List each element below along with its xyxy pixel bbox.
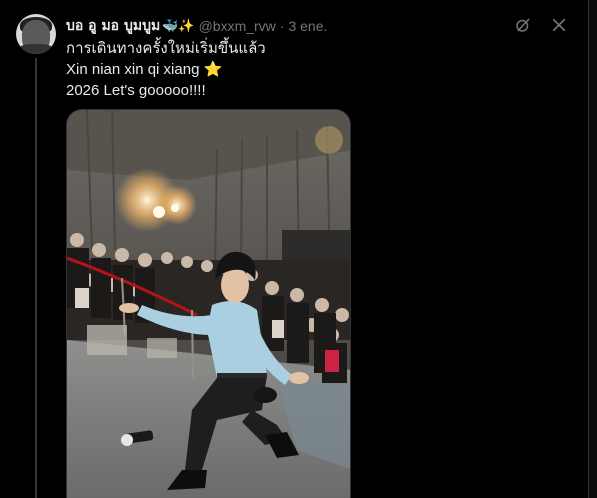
tweet-text-line-3: 2026 Let's gooooo!!!! bbox=[66, 82, 206, 99]
tweet-text-line-1: การเดินทางครั้งใหม่เริ่มขึ้นแล้ว bbox=[66, 40, 266, 57]
tweet-photo[interactable] bbox=[66, 109, 351, 498]
separator-dot: · bbox=[279, 18, 285, 34]
display-name[interactable]: บอ อู มอ บูมบูม bbox=[66, 15, 160, 37]
scrollbar[interactable] bbox=[589, 0, 597, 498]
user-handle[interactable]: @bxxm_rvw bbox=[199, 18, 276, 34]
tweet-text-line-2: Xin nian xin qi xiang ⭐ bbox=[66, 61, 223, 78]
timeline-panel: บอ อู มอ บูมบูม 🐳✨ @bxxm_rvw · 3 ene. กา… bbox=[0, 0, 588, 498]
avatar[interactable] bbox=[16, 14, 56, 54]
tweet-text: การเดินทางครั้งใหม่เริ่มขึ้นแล้ว Xin nia… bbox=[66, 38, 266, 101]
star-emoji: ⭐ bbox=[203, 61, 223, 78]
thread-connector-line bbox=[35, 58, 37, 498]
tweet-actions-top bbox=[512, 14, 570, 36]
grok-icon[interactable] bbox=[512, 14, 534, 36]
tweet-header: บอ อู มอ บูมบูม 🐳✨ @bxxm_rvw · 3 ene. bbox=[66, 16, 327, 36]
more-options-icon[interactable] bbox=[548, 14, 570, 36]
name-emojis: 🐳✨ bbox=[162, 18, 195, 34]
tweet-date[interactable]: 3 ene. bbox=[288, 18, 327, 34]
